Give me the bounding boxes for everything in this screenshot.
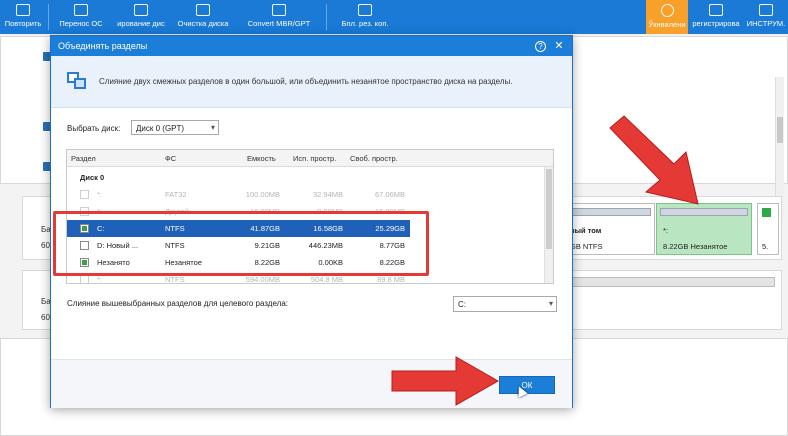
- table-header: Раздел ФС Емкость Исп. простр. Своб. про…: [67, 150, 553, 167]
- partition-block-unallocated[interactable]: *: 8.22GB Незанятое: [656, 203, 752, 255]
- annotation-arrow-right: [391, 356, 500, 406]
- backup-icon: [358, 4, 372, 16]
- select-disk-label: Выбрать диск:: [67, 124, 121, 133]
- col-free: Своб. простр.: [350, 154, 398, 163]
- disk-size: 60: [41, 313, 50, 322]
- checkbox[interactable]: [80, 190, 89, 199]
- backup-button[interactable]: Бпл. рез. коп.: [334, 0, 396, 34]
- redo-icon: [16, 4, 30, 16]
- search-icon: [709, 4, 723, 16]
- annotation-highlight-box: [53, 211, 429, 276]
- col-partition: Раздел: [71, 154, 96, 163]
- table-scrollbar[interactable]: [544, 167, 553, 283]
- redo-button[interactable]: Повторить: [0, 0, 46, 34]
- col-fs: ФС: [165, 154, 177, 163]
- convert-mbr-gpt-button[interactable]: Convert MBR/GPT: [244, 0, 314, 34]
- tools-icon: [759, 4, 773, 16]
- clone-disk-button[interactable]: ирование дис: [112, 0, 170, 34]
- dialog-titlebar: Объединять разделы ? ✕: [51, 36, 572, 56]
- tools-button[interactable]: ИНСТРУМ.: [744, 0, 788, 34]
- partition-bar: [563, 277, 775, 287]
- close-icon[interactable]: ✕: [552, 39, 566, 53]
- table-row[interactable]: *: FAT32 100.00MB 32.94MB 67.06MB: [67, 186, 545, 203]
- dialog-header: Слияние двух смежных разделов в один бол…: [51, 56, 572, 108]
- convert-icon: [272, 4, 286, 16]
- migrate-os-button[interactable]: Перенос ОС: [52, 0, 110, 34]
- disk-size: 60: [41, 241, 50, 250]
- dialog-description: Слияние двух смежных разделов в один бол…: [99, 77, 513, 86]
- merge-icon: [67, 72, 87, 90]
- wipe-disk-icon: [196, 4, 210, 16]
- dialog-title: Объединять разделы: [58, 41, 148, 51]
- partition-block-small[interactable]: 5.: [757, 203, 779, 255]
- select-disk-dropdown[interactable]: Диск 0 (GPT) ▾: [131, 120, 219, 135]
- annotation-arrow-down-right: [609, 115, 699, 205]
- chevron-down-icon: ▾: [548, 299, 553, 308]
- col-capacity: Емкость: [247, 154, 276, 163]
- partition-block-new-volume[interactable]: вый том GB NTFS: [563, 203, 655, 255]
- disk-group-row: Диск 0: [80, 173, 105, 182]
- register-button[interactable]: регистрирова: [690, 0, 742, 34]
- help-icon[interactable]: ?: [535, 41, 546, 52]
- upgrade-button[interactable]: Ўкнвалени: [646, 0, 688, 34]
- col-used: Исп. простр.: [293, 154, 337, 163]
- checkbox[interactable]: [80, 275, 89, 283]
- migrate-os-icon: [74, 4, 88, 16]
- chevron-down-icon: ▾: [210, 123, 215, 132]
- upload-icon: [660, 4, 674, 17]
- clone-disk-icon: [134, 4, 148, 16]
- merge-target-label: Слияние вышевыбранных разделов для целев…: [67, 299, 288, 308]
- wipe-disk-button[interactable]: Очистка диска: [172, 0, 234, 34]
- main-toolbar: Повторить Перенос ОС ирование дис Очистк…: [0, 0, 788, 34]
- merge-target-dropdown[interactable]: C: ▾: [453, 296, 557, 312]
